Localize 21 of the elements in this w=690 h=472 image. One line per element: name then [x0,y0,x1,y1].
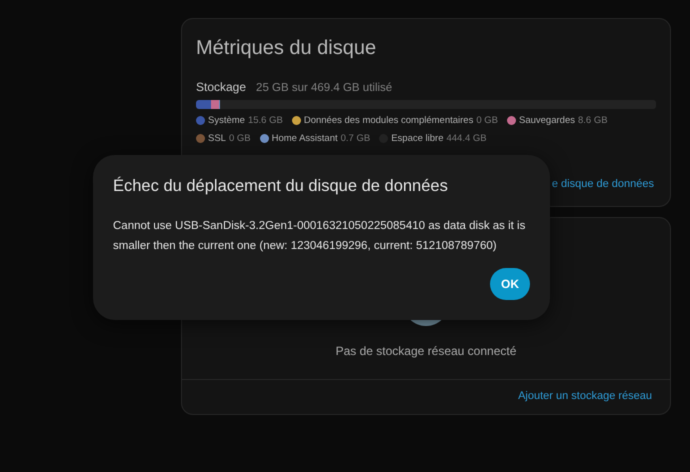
ok-button[interactable]: OK [490,268,530,300]
legend-label: SSL [208,133,226,144]
dialog-message: Cannot use USB-SanDisk-3.2Gen1-00016321050225085410 as data disk as it is smaller then the current one (new: 123046199296, current: 512108789760) [113,219,526,254]
legend-value: 0 GB [476,115,498,126]
legend-value: 444.4 GB [446,133,487,144]
dialog-title: Échec du déplacement du disque de données [113,177,449,196]
add-network-storage-link[interactable]: Ajouter un stockage réseau [518,390,652,402]
storage-label: Stockage [196,80,246,94]
card-title: Métriques du disque [196,37,378,60]
legend-label: Espace libre [391,133,444,144]
empty-message: Pas de stockage réseau connecté [336,344,516,358]
legend-value: 15.6 GB [248,115,283,126]
legend-value: 0 GB [228,133,251,144]
legend-label: Home Assistant [272,133,338,144]
legend-value: 0.7 GB [340,133,370,144]
legend-value: 8.6 GB [578,115,608,126]
legend-label: Sauvegardes [519,115,575,126]
legend-label: Données des modules complémentaires [304,115,474,126]
move-data-disk-link[interactable]: e disque de données [552,178,654,190]
storage-usage: 25 GB sur 469.4 GB utilisé [256,82,392,94]
legend-label: Système [208,115,245,126]
